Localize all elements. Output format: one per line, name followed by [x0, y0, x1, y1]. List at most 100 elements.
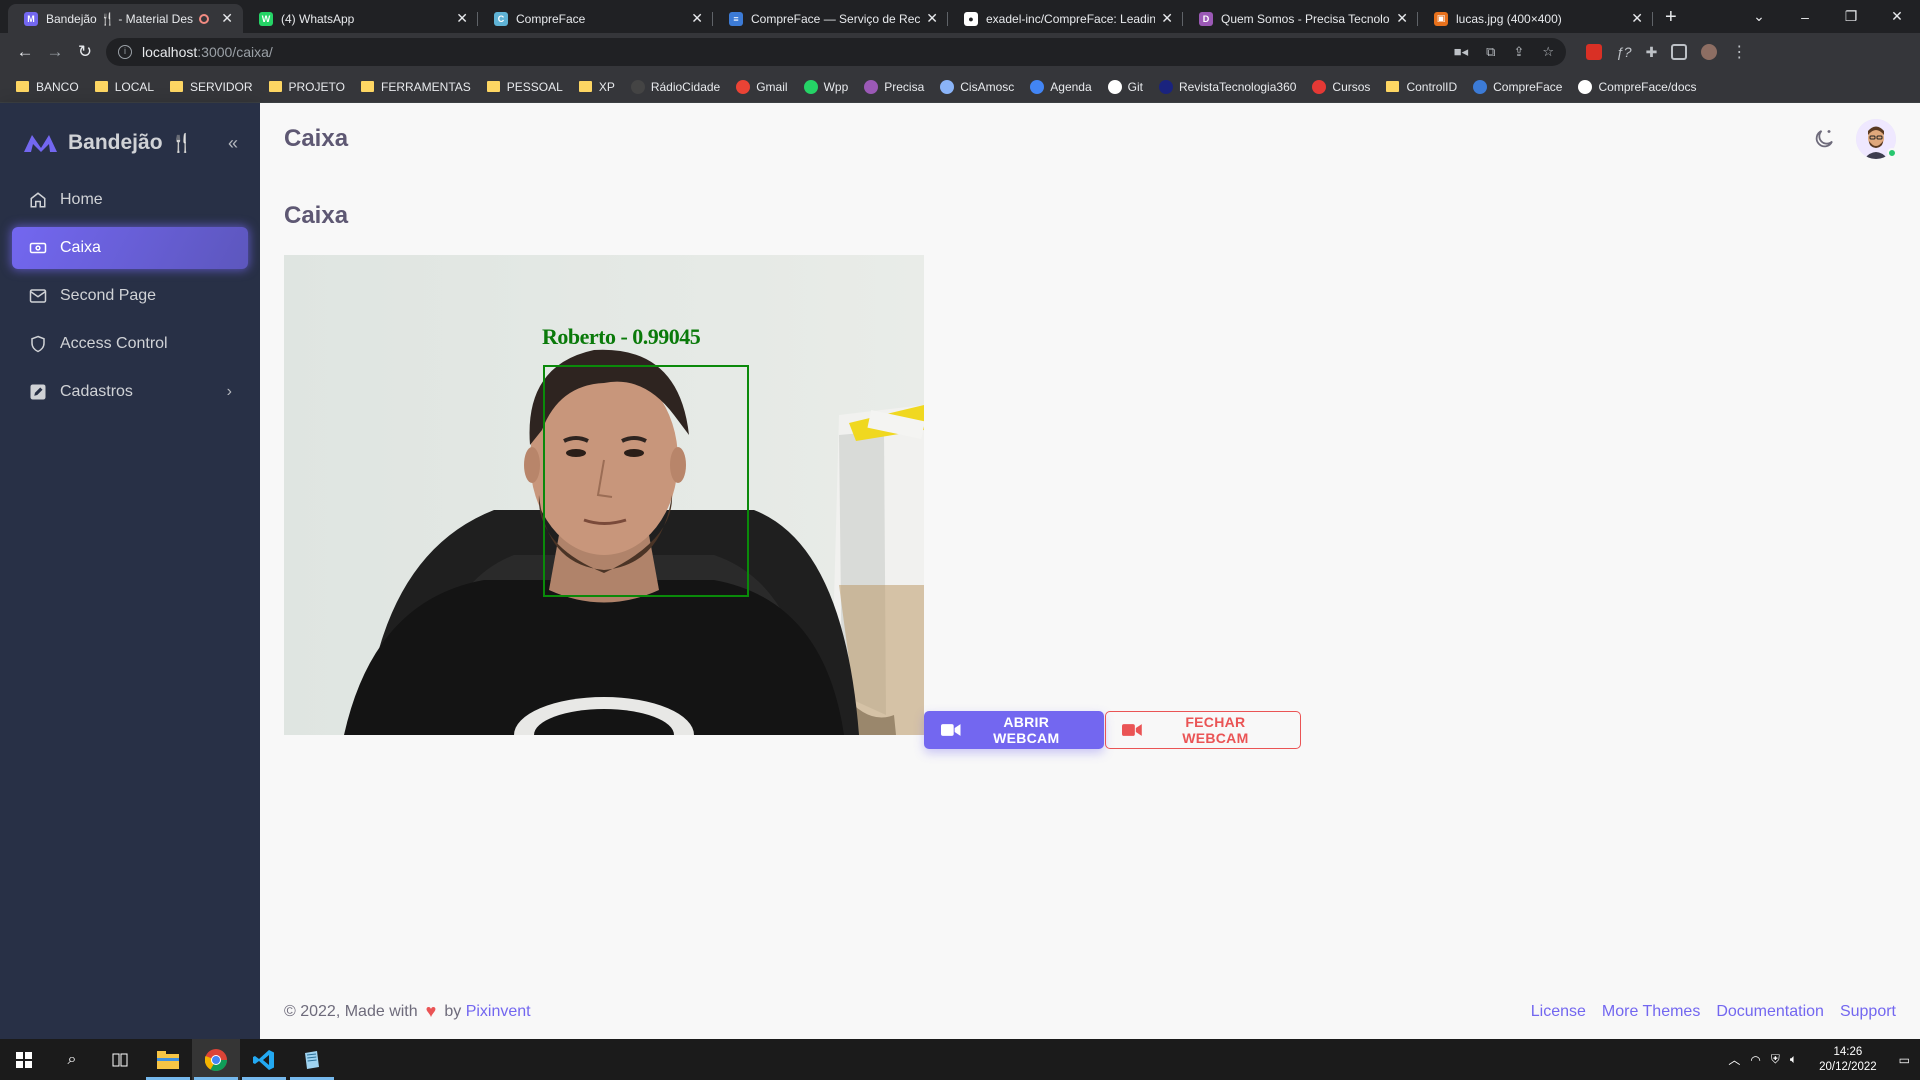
footer-link-support[interactable]: Support	[1840, 1003, 1896, 1021]
bookmark-link[interactable]: RevistaTecnologia360	[1153, 75, 1302, 99]
sidebar-item-access-control[interactable]: Access Control	[12, 323, 248, 365]
browser-tab[interactable]: ≡ CompreFace — Serviço de Reco ✕	[713, 4, 948, 33]
tab-favicon-icon: M	[24, 11, 38, 26]
translate-icon[interactable]: ⧉	[1486, 44, 1495, 60]
sidebar: Bandejão 🍴 « Home Caixa Second Page Access …	[0, 103, 260, 1039]
bookmark-link[interactable]: CisAmosc	[934, 75, 1020, 99]
kebab-menu-icon[interactable]: ⋮	[1731, 42, 1747, 62]
new-tab-button[interactable]: +	[1653, 6, 1689, 33]
task-view-icon[interactable]	[96, 1039, 144, 1080]
camera-in-use-icon[interactable]: ■◂	[1454, 44, 1468, 60]
browser-tab[interactable]: M Bandejão 🍴 - Material Desig ✕	[8, 4, 243, 33]
close-tab-icon[interactable]: ✕	[1631, 10, 1643, 27]
heart-icon: ♥	[425, 1001, 437, 1021]
cash-icon	[28, 238, 48, 258]
share-icon[interactable]: ⇪	[1513, 44, 1524, 60]
address-bar[interactable]: i localhost:3000/caixa/ ■◂ ⧉ ⇪ ☆	[106, 38, 1566, 66]
folder-icon	[1386, 81, 1400, 92]
extension-icon[interactable]	[1586, 44, 1602, 60]
bookmark-star-icon[interactable]: ☆	[1542, 44, 1554, 60]
bookmark-link[interactable]: Cursos	[1306, 75, 1376, 99]
bookmark-label: PESSOAL	[506, 79, 563, 94]
start-button[interactable]	[0, 1039, 48, 1080]
dark-mode-moon-icon[interactable]	[1812, 127, 1836, 151]
defender-shield-icon[interactable]: ⛨	[1771, 1052, 1780, 1067]
sidebar-item-second-page[interactable]: Second Page	[12, 275, 248, 317]
close-tab-icon[interactable]: ✕	[221, 10, 233, 27]
browser-tab[interactable]: C CompreFace ✕	[478, 4, 713, 33]
bookmark-folder[interactable]: BANCO	[10, 75, 85, 99]
tray-chevron-up-icon[interactable]: ︿	[1728, 1051, 1740, 1068]
footer-author-link[interactable]: Pixinvent	[466, 1003, 531, 1021]
sidebar-menu: Home Caixa Second Page Access Control Cadast…	[0, 179, 260, 413]
search-icon[interactable]: ⌕	[48, 1039, 96, 1080]
bookmark-favicon-icon	[736, 79, 751, 94]
bookmark-link[interactable]: Git	[1102, 75, 1149, 99]
wifi-icon[interactable]: ◠	[1750, 1053, 1760, 1067]
clock[interactable]: 14:26 20/12/2022	[1819, 1045, 1877, 1075]
bookmark-folder[interactable]: FERRAMENTAS	[355, 75, 477, 99]
bookmark-folder[interactable]: PESSOAL	[481, 75, 569, 99]
brand-logo-icon[interactable]	[22, 132, 60, 154]
browser-tab[interactable]: ▣ lucas.jpg (400×400) ✕	[1418, 4, 1653, 33]
bookmark-link[interactable]: Agenda	[1024, 75, 1097, 99]
close-webcam-button[interactable]: FECHAR WEBCAM	[1105, 711, 1301, 749]
notepad-icon[interactable]	[288, 1039, 336, 1080]
bookmark-folder[interactable]: SERVIDOR	[164, 75, 258, 99]
browser-tab[interactable]: W (4) WhatsApp ✕	[243, 4, 478, 33]
bookmark-link[interactable]: Gmail	[730, 75, 793, 99]
close-tab-icon[interactable]: ✕	[1161, 10, 1173, 27]
minimize-button[interactable]: –	[1782, 9, 1828, 25]
browser-tab[interactable]: D Quem Somos - Precisa Tecnolog ✕	[1183, 4, 1418, 33]
close-tab-icon[interactable]: ✕	[1396, 10, 1408, 27]
chevron-right-icon: ›	[226, 383, 232, 400]
puzzle-extensions-icon[interactable]: ✚	[1646, 44, 1658, 61]
close-tab-icon[interactable]: ✕	[691, 10, 703, 27]
folder-icon	[486, 81, 500, 92]
bookmark-link[interactable]: RádioCidade	[625, 75, 726, 99]
bookmark-folder[interactable]: XP	[573, 75, 621, 99]
footer-link-license[interactable]: License	[1531, 1003, 1586, 1021]
user-avatar[interactable]	[1856, 119, 1897, 159]
open-webcam-button[interactable]: ABRIR WEBCAM	[924, 711, 1104, 749]
close-window-button[interactable]: ✕	[1874, 8, 1920, 25]
bookmark-link[interactable]: CompreFace	[1467, 75, 1568, 99]
profile-avatar-icon[interactable]	[1701, 44, 1718, 60]
sidebar-item-cadastros[interactable]: Cadastros ›	[12, 371, 248, 413]
bookmark-link[interactable]: Wpp	[798, 75, 855, 99]
collapse-sidebar-icon[interactable]: «	[228, 133, 238, 154]
bookmark-link[interactable]: CompreFace/docs	[1572, 75, 1702, 99]
bookmark-folder[interactable]: PROJETO	[263, 75, 351, 99]
main-content: Caixa Caixa Roberto - 0.99045 ABRIR WEBC…	[260, 103, 1920, 1039]
close-tab-icon[interactable]: ✕	[926, 10, 938, 27]
bookmark-folder[interactable]: ControlID	[1380, 75, 1463, 99]
tab-title: lucas.jpg (400×400)	[1456, 11, 1562, 26]
clock-date: 20/12/2022	[1819, 1060, 1877, 1073]
site-info-icon[interactable]: i	[118, 45, 132, 59]
window-controls: ⌄ – ❐ ✕	[1736, 0, 1920, 33]
vscode-icon[interactable]	[240, 1039, 288, 1080]
forward-button[interactable]: →	[40, 37, 70, 67]
volume-icon[interactable]: 🔈︎	[1790, 1052, 1797, 1067]
file-explorer-icon[interactable]	[144, 1039, 192, 1080]
folder-icon	[16, 81, 29, 92]
notification-center-icon[interactable]: ▭	[1899, 1053, 1910, 1067]
formula-extension-icon[interactable]: ƒ?	[1616, 44, 1632, 60]
bookmark-favicon-icon	[1159, 79, 1173, 94]
bookmark-folder[interactable]: LOCAL	[89, 75, 160, 99]
bookmark-favicon-icon	[940, 79, 955, 94]
close-tab-icon[interactable]: ✕	[456, 10, 468, 27]
sidebar-item-caixa[interactable]: Caixa	[12, 227, 248, 269]
restore-button[interactable]: ❐	[1828, 8, 1874, 25]
face-bounding-box	[543, 365, 749, 597]
back-button[interactable]: ←	[10, 37, 40, 67]
side-panel-icon[interactable]	[1671, 44, 1688, 60]
footer-link-documentation[interactable]: Documentation	[1716, 1003, 1824, 1021]
sidebar-item-home[interactable]: Home	[12, 179, 248, 221]
tab-search-icon[interactable]: ⌄	[1736, 8, 1782, 25]
browser-tab[interactable]: ● exadel-inc/CompreFace: Leadin ✕	[948, 4, 1183, 33]
chrome-icon[interactable]	[192, 1039, 240, 1080]
bookmark-link[interactable]: Precisa	[858, 75, 930, 99]
reload-button[interactable]: ↻	[70, 37, 100, 67]
footer-link-more-themes[interactable]: More Themes	[1602, 1003, 1700, 1021]
